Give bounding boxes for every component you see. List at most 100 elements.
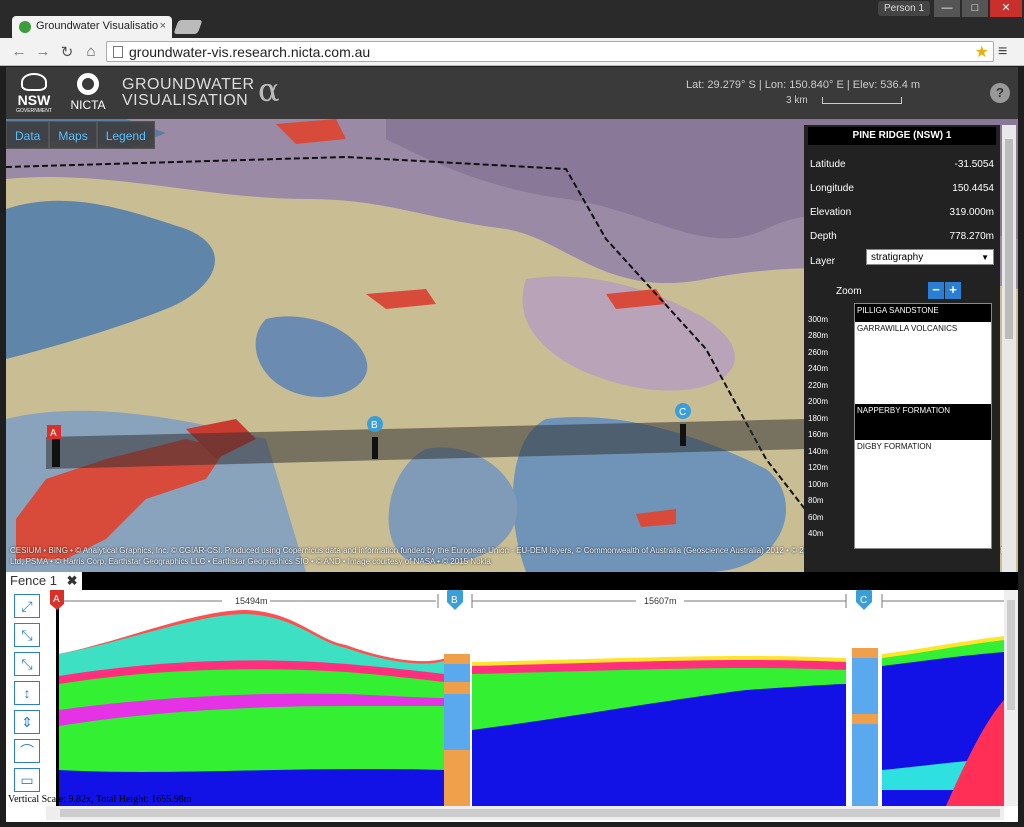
menu-icon[interactable]: ≡ [998, 43, 1007, 61]
bookmark-star-icon[interactable]: ★ [975, 42, 989, 62]
reload-icon[interactable]: ↻ [58, 43, 76, 61]
new-tab-button[interactable] [173, 20, 203, 34]
depth-tick: 80m [808, 496, 824, 505]
browser-toolbar: ← → ↻ ⌂ groundwater-vis.research.nicta.c… [0, 38, 1024, 66]
longitude-label: Longitude [810, 183, 854, 194]
latitude-value: -31.5054 [954, 159, 994, 170]
zoom-in-button[interactable]: + [945, 282, 961, 299]
app-title-line1: GROUNDWATER [122, 76, 255, 93]
strat-layer: DIGBY FORMATION [855, 440, 991, 548]
fit-view-icon[interactable]: ⤢ [14, 594, 40, 618]
layer-select-value: stratigraphy [871, 252, 924, 263]
nicta-circle-icon [77, 73, 99, 95]
depth-tick: 120m [808, 463, 829, 472]
fence-vertical-scrollbar[interactable] [1004, 590, 1018, 806]
waratah-icon [21, 73, 47, 91]
fence-hscroll-thumb[interactable] [60, 809, 1000, 817]
depth-tick: 300m [808, 315, 829, 324]
depth-tick: 280m [808, 331, 829, 340]
url-text: groundwater-vis.research.nicta.com.au [129, 44, 371, 60]
depth-value: 778.270m [949, 231, 994, 242]
elevation-row: Elevation 319.000m [810, 207, 998, 223]
legend-menu-button[interactable]: Legend [96, 121, 155, 149]
layer-label: Layer [810, 256, 836, 267]
depth-tick: 240m [808, 364, 829, 373]
fence-tab-close-icon[interactable]: ✖ [67, 573, 78, 588]
fence-toolbar: ⤢ ⤡ ⤡ ↕ ⇕ ⌒ ▭ [14, 594, 42, 797]
panel-scrollbar[interactable] [1002, 125, 1016, 572]
map-menu: Data Maps Legend [6, 121, 155, 149]
depth-row: Depth 778.270m [810, 231, 998, 247]
layer-select[interactable]: stratigraphy ▼ [866, 249, 994, 265]
borehole-title: PINE RIDGE (NSW) 1 [808, 127, 996, 145]
maximize-button[interactable]: □ [962, 0, 988, 17]
fence-vscroll-thumb[interactable] [1007, 600, 1015, 710]
depth-tick: 220m [808, 381, 829, 390]
app-title: GROUNDWATER VISUALISATION [122, 77, 255, 109]
strat-layer: PILLIGA SANDSTONE [855, 304, 991, 322]
fence-marker-b-label: B [451, 595, 458, 606]
profile-button[interactable]: Person 1 [878, 1, 930, 16]
nicta-logo: NICTA [68, 73, 108, 112]
zoom-in-diagonal-icon[interactable]: ⤡ [14, 623, 40, 647]
scale-bar: 3 km [786, 95, 902, 106]
browser-window: Groundwater Visualisatio × Person 1 — □ … [0, 0, 1024, 827]
fence-marker-a-label: A [53, 594, 60, 605]
fence-panel: Fence 1 ✖ ⤢ ⤡ ⤡ ↕ ⇕ ⌒ ▭ 15494m 15607m A … [6, 572, 1018, 822]
map-viewer[interactable]: A B C Data Maps Legend CESIUM • BING • ©… [6, 119, 1018, 572]
zoom-label: Zoom [836, 286, 862, 297]
title-bar: Groundwater Visualisatio × Person 1 — □ … [0, 0, 1024, 38]
segment-2-distance: 15607m [644, 596, 677, 606]
browser-tab[interactable]: Groundwater Visualisatio × [12, 16, 172, 38]
maps-menu-button[interactable]: Maps [49, 121, 97, 149]
stratigraphy-column[interactable]: PILLIGA SANDSTONE GARRAWILLA VOLCANICS N… [854, 303, 992, 549]
fence-header-bar [82, 572, 1018, 590]
tab-title: Groundwater Visualisatio [36, 20, 159, 32]
depth-label: Depth [810, 231, 837, 242]
fence-tab-label: Fence 1 [10, 573, 57, 588]
close-window-button[interactable]: ✕ [990, 0, 1022, 17]
tab-close-icon[interactable]: × [160, 20, 166, 32]
depth-tick: 160m [808, 430, 829, 439]
zoom-out-diagonal-icon[interactable]: ⤡ [14, 652, 40, 676]
zoom-out-button[interactable]: − [928, 282, 944, 299]
back-icon[interactable]: ← [10, 43, 28, 60]
fill-mode-icon[interactable]: ▭ [14, 768, 40, 792]
minimize-button[interactable]: — [934, 0, 960, 17]
data-menu-button[interactable]: Data [6, 121, 50, 149]
stretch-vertical-icon[interactable]: ↕ [14, 681, 40, 705]
vertical-scale-readout: Vertical Scale: 9.82x, Total Height: 165… [8, 794, 192, 805]
marker-a-label: A [50, 428, 57, 439]
fence-cross-section[interactable]: 15494m 15607m A B C [46, 590, 1004, 806]
dropdown-arrow-icon: ▼ [981, 253, 989, 262]
strat-layer: NAPPERBY FORMATION [855, 404, 991, 440]
help-icon[interactable]: ? [990, 83, 1010, 103]
elevation-label: Elevation [810, 207, 852, 218]
forward-icon[interactable]: → [34, 43, 52, 60]
address-bar[interactable]: groundwater-vis.research.nicta.com.au ★ [106, 41, 994, 62]
depth-tick: 200m [808, 397, 829, 406]
alpha-badge: α [258, 71, 280, 109]
depth-tick: 60m [808, 513, 824, 522]
depth-tick: 260m [808, 348, 829, 357]
marker-c-label: C [679, 407, 686, 418]
curve-mode-icon[interactable]: ⌒ [14, 739, 40, 763]
elevation-value: 319.000m [949, 207, 994, 218]
home-icon[interactable]: ⌂ [82, 43, 100, 60]
panel-scroll-thumb[interactable] [1005, 139, 1013, 339]
fence-tab[interactable]: Fence 1 ✖ [6, 572, 82, 590]
app-title-line2: VISUALISATION [122, 92, 249, 109]
shrink-vertical-icon[interactable]: ⇕ [14, 710, 40, 734]
segment-1-distance: 15494m [235, 596, 268, 606]
fence-horizontal-scrollbar[interactable] [46, 806, 1004, 820]
longitude-value: 150.4454 [952, 183, 994, 194]
scale-label: 3 km [786, 95, 808, 106]
nsw-logo: NSW GOVERNMENT [14, 73, 54, 114]
borehole-info-panel: PINE RIDGE (NSW) 1 Latitude -31.5054 Lon… [804, 125, 1000, 572]
latitude-label: Latitude [810, 159, 846, 170]
latitude-row: Latitude -31.5054 [810, 159, 998, 175]
fence-marker-c-label: C [860, 595, 867, 606]
depth-tick: 140m [808, 447, 829, 456]
nicta-logo-text: NICTA [70, 98, 106, 112]
nsw-gov-text: GOVERNMENT [16, 108, 52, 114]
